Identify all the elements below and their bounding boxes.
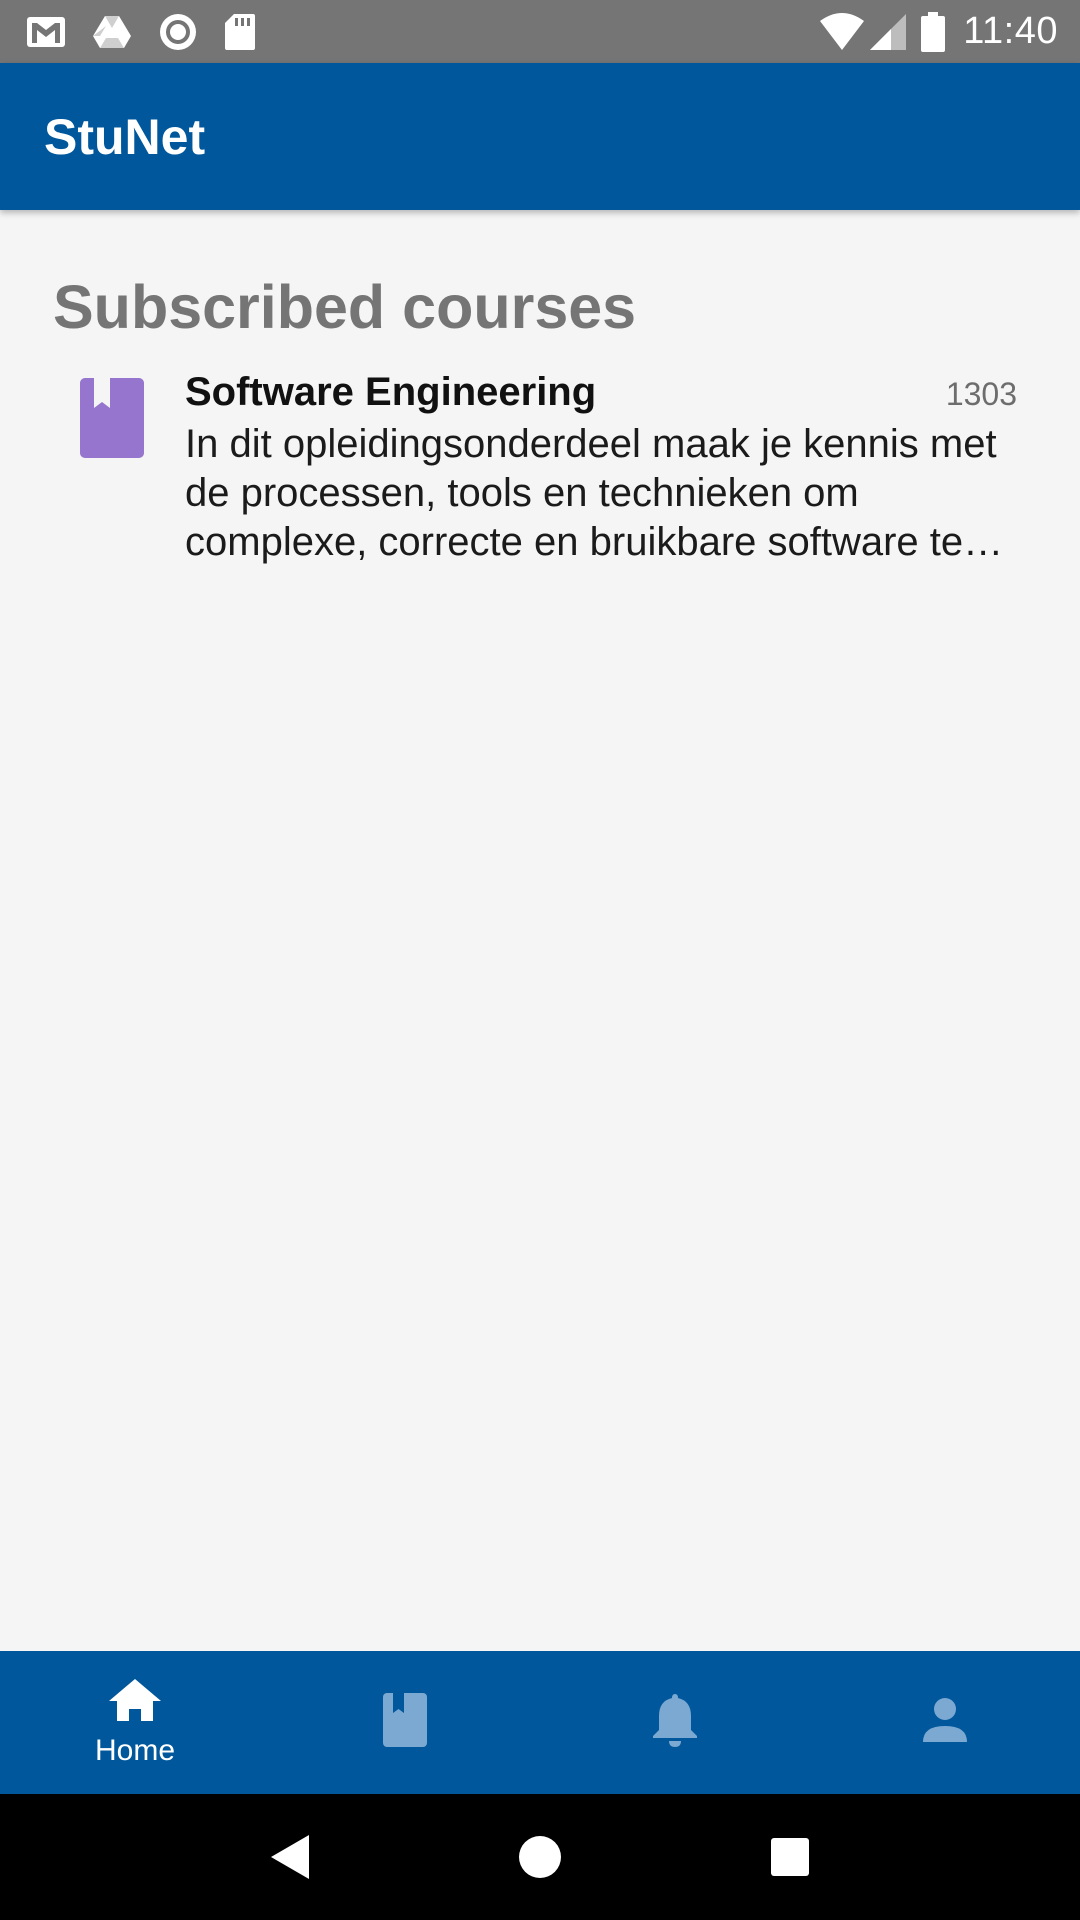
course-list-item[interactable]: Software Engineering 1303 In dit opleidi… (0, 360, 1080, 570)
course-code: 1303 (945, 376, 1017, 412)
battery-icon (921, 11, 946, 52)
status-bar: 11:40 (0, 0, 1080, 63)
drive-icon (92, 14, 132, 50)
gmail-icon (26, 16, 66, 48)
record-icon (158, 12, 198, 52)
course-description: In dit opleidingsonderdeel maak je kenni… (185, 422, 997, 564)
section-title: Subscribed courses (53, 273, 637, 341)
app-title: StuNet (44, 108, 206, 165)
signal-icon (869, 13, 907, 51)
nav-label-home: Home (94, 1734, 176, 1767)
back-icon[interactable] (260, 1827, 320, 1887)
nav-item-home[interactable]: Home (0, 1651, 270, 1794)
sd-card-icon (224, 13, 256, 51)
recents-icon[interactable] (760, 1827, 820, 1887)
nav-item-courses[interactable] (270, 1651, 540, 1794)
book-icon (383, 1693, 427, 1752)
bottom-navigation: Home (0, 1651, 1080, 1794)
home-icon (107, 1677, 163, 1728)
person-icon (921, 1696, 969, 1749)
book-icon (80, 378, 144, 458)
system-navigation-bar (0, 1794, 1080, 1920)
status-time: 11:40 (963, 10, 1058, 52)
status-left-icons (26, 12, 282, 52)
nav-item-profile[interactable] (810, 1651, 1080, 1794)
course-name: Software Engineering (185, 370, 597, 414)
screen: 11:40 StuNet Subscribed courses Software… (0, 0, 1080, 1920)
bell-icon (651, 1692, 699, 1753)
status-right-icons: 11:40 (805, 10, 1058, 53)
home-circle-icon[interactable] (510, 1827, 570, 1887)
nav-item-notifications[interactable] (540, 1651, 810, 1794)
app-bar: StuNet (0, 63, 1080, 210)
wifi-icon (819, 12, 865, 51)
